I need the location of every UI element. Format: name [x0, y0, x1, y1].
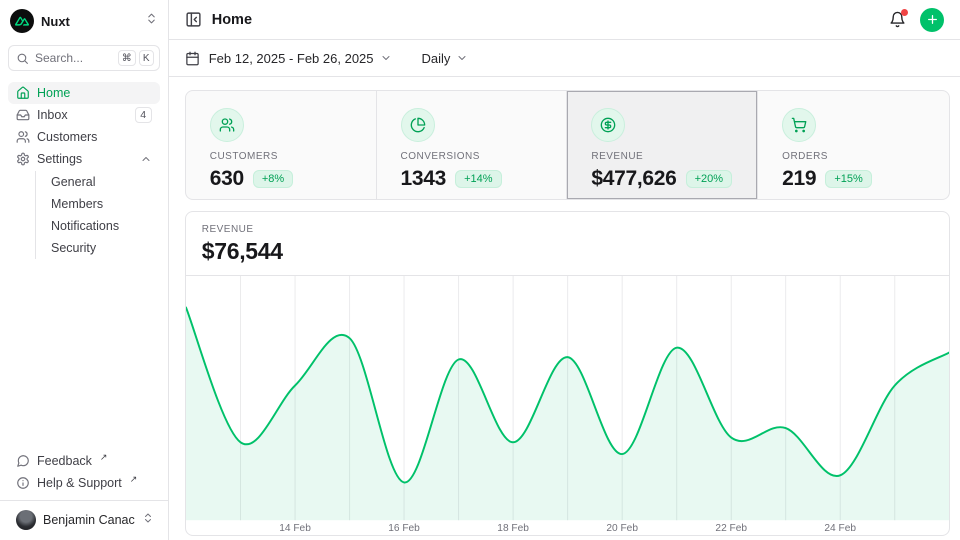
- chevron-up-icon: [140, 153, 152, 165]
- sidebar-item-general[interactable]: General: [36, 171, 160, 193]
- chevron-down-icon[interactable]: [456, 52, 468, 64]
- kbd-meta: ⌘: [118, 50, 136, 66]
- stat-label: CONVERSIONS: [401, 151, 543, 162]
- help-support-link[interactable]: Help & Support ↗: [8, 472, 160, 494]
- stat-orders[interactable]: ORDERS 219 +15%: [758, 91, 949, 199]
- svg-text:14 Feb: 14 Feb: [279, 523, 311, 534]
- sidebar-item-security[interactable]: Security: [36, 237, 160, 259]
- page-header: Home: [169, 0, 960, 40]
- granularity-select[interactable]: Daily: [422, 51, 451, 66]
- dashboard-app: Nuxt Search... ⌘ K Home: [0, 0, 960, 540]
- revenue-chart-card: REVENUE $76,544 14 Feb 16 Feb 18 Feb 20 Feb…: [185, 211, 950, 536]
- avatar: [16, 510, 36, 530]
- header-actions: [889, 8, 944, 32]
- filters-toolbar: Feb 12, 2025 - Feb 26, 2025 Daily: [169, 40, 960, 77]
- revenue-area-chart[interactable]: 14 Feb 16 Feb 18 Feb 20 Feb 22 Feb 24 Feb: [186, 276, 949, 535]
- stat-delta-badge: +15%: [825, 170, 871, 188]
- user-name: Benjamin Canac: [43, 513, 135, 527]
- svg-text:22 Feb: 22 Feb: [715, 523, 747, 534]
- calendar-icon: [185, 51, 200, 66]
- sidebar-item-inbox[interactable]: Inbox 4: [8, 104, 160, 126]
- inbox-icon: [16, 108, 30, 122]
- workspace-selector[interactable]: Nuxt: [8, 8, 160, 34]
- svg-text:18 Feb: 18 Feb: [497, 523, 529, 534]
- cart-icon: [782, 108, 816, 142]
- sidebar-item-home[interactable]: Home: [8, 82, 160, 104]
- help-support-label: Help & Support: [37, 476, 122, 490]
- sidebar-item-customers[interactable]: Customers: [8, 126, 160, 148]
- add-button[interactable]: [920, 8, 944, 32]
- stat-delta-badge: +20%: [686, 170, 732, 188]
- svg-text:20 Feb: 20 Feb: [606, 523, 638, 534]
- inbox-count-badge: 4: [135, 107, 152, 123]
- stat-revenue[interactable]: REVENUE $477,626 +20%: [567, 91, 758, 199]
- sidebar-divider: [0, 500, 168, 501]
- feedback-label: Feedback: [37, 454, 92, 468]
- dollar-circle-icon: [591, 108, 625, 142]
- stat-customers[interactable]: CUSTOMERS 630 +8%: [186, 91, 377, 199]
- svg-text:24 Feb: 24 Feb: [824, 523, 856, 534]
- pie-chart-icon: [401, 108, 435, 142]
- sidebar-item-label: Settings: [37, 152, 82, 166]
- chevrons-up-down-icon: [142, 511, 154, 529]
- sidebar-item-label: Customers: [37, 130, 97, 144]
- plus-icon: [926, 13, 939, 26]
- gear-icon: [16, 152, 30, 166]
- stat-conversions[interactable]: CONVERSIONS 1343 +14%: [377, 91, 568, 199]
- user-menu[interactable]: Benjamin Canac: [8, 506, 160, 534]
- sidebar-item-label: Inbox: [37, 108, 68, 122]
- chart-value: $76,544: [202, 238, 933, 265]
- chart-header: REVENUE $76,544: [186, 212, 949, 276]
- sidebar-item-members[interactable]: Members: [36, 193, 160, 215]
- kbd-k: K: [139, 50, 154, 66]
- stats-row: CUSTOMERS 630 +8% CONVERSIONS 1343 +14%: [185, 90, 950, 200]
- users-icon: [210, 108, 244, 142]
- date-range-button[interactable]: Feb 12, 2025 - Feb 26, 2025: [209, 51, 374, 66]
- external-link-icon: ↗: [130, 474, 138, 485]
- workspace-name: Nuxt: [41, 14, 70, 29]
- collapse-sidebar-icon[interactable]: [185, 11, 202, 28]
- main-area: Home Feb 12, 2025 - Feb 26, 2025 Daily: [169, 0, 960, 540]
- page-content: CUSTOMERS 630 +8% CONVERSIONS 1343 +14%: [169, 77, 960, 536]
- stat-value: 630: [210, 167, 244, 191]
- message-bubble-icon: [16, 454, 30, 468]
- notifications-button[interactable]: [889, 11, 906, 28]
- stat-value: 219: [782, 167, 816, 191]
- users-icon: [16, 130, 30, 144]
- stat-label: CUSTOMERS: [210, 151, 352, 162]
- sidebar-item-notifications[interactable]: Notifications: [36, 215, 160, 237]
- stat-value: $477,626: [591, 167, 676, 191]
- settings-subnav: General Members Notifications Security: [35, 171, 160, 259]
- chart-label: REVENUE: [202, 224, 933, 235]
- info-circle-icon: [16, 476, 30, 490]
- page-title: Home: [212, 12, 252, 28]
- stat-label: ORDERS: [782, 151, 925, 162]
- sidebar-item-label: Home: [37, 86, 70, 100]
- sidebar: Nuxt Search... ⌘ K Home: [0, 0, 169, 540]
- sidebar-footer: Feedback ↗ Help & Support ↗ Benjamin Can…: [8, 450, 160, 534]
- nuxt-logo-icon: [10, 9, 34, 33]
- stat-label: REVENUE: [591, 151, 733, 162]
- sidebar-item-settings[interactable]: Settings: [8, 148, 160, 170]
- chevron-down-icon[interactable]: [380, 52, 392, 64]
- stat-delta-badge: +8%: [253, 170, 293, 188]
- sidebar-nav: Home Inbox 4 Customers Settings: [8, 82, 160, 260]
- notification-dot: [901, 9, 908, 16]
- search-placeholder: Search...: [35, 51, 83, 65]
- search-input[interactable]: Search... ⌘ K: [8, 45, 160, 71]
- svg-text:16 Feb: 16 Feb: [388, 523, 420, 534]
- feedback-link[interactable]: Feedback ↗: [8, 450, 160, 472]
- chevrons-up-down-icon: [145, 12, 158, 30]
- search-shortcut: ⌘ K: [118, 50, 154, 66]
- stat-delta-badge: +14%: [455, 170, 501, 188]
- home-icon: [16, 86, 30, 100]
- external-link-icon: ↗: [100, 452, 108, 463]
- search-icon: [16, 52, 29, 65]
- stat-value: 1343: [401, 167, 447, 191]
